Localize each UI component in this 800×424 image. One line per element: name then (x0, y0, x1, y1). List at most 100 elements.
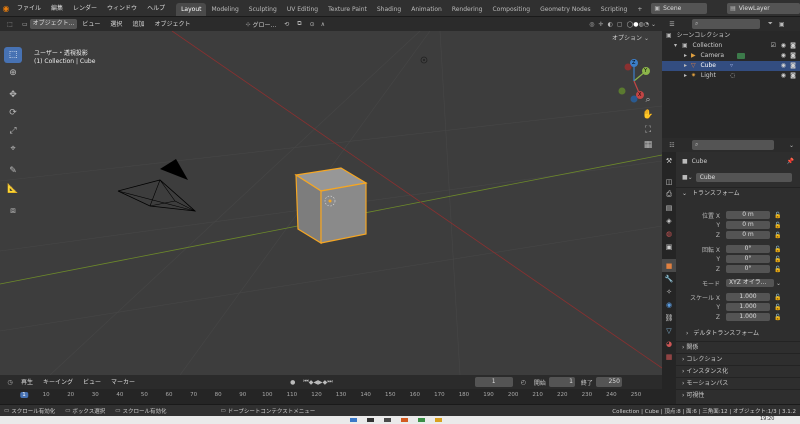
zoom-icon[interactable]: ⌕ (641, 93, 655, 106)
physics-tab-icon[interactable]: ◉ (662, 298, 676, 311)
constraints-tab-icon[interactable]: ⛓ (662, 311, 676, 324)
visibility-icon[interactable]: ◎ (589, 21, 594, 28)
eye-icon[interactable]: ◉ (781, 41, 786, 51)
eye-icon[interactable]: ◉ (781, 51, 786, 61)
menu-add[interactable]: 追加 (127, 16, 149, 33)
menu-timeline-view[interactable]: ビュー (78, 374, 106, 391)
light-data-icon[interactable]: ◌ (730, 71, 735, 81)
world-tab-icon[interactable]: ◍ (662, 227, 676, 240)
scale-y-field[interactable]: 1.000 (726, 303, 770, 311)
tab-compositing[interactable]: Compositing (487, 3, 535, 16)
pan-hand-icon[interactable]: ✋ (641, 108, 655, 121)
render-tab-icon[interactable]: ◫ (662, 175, 676, 188)
gizmo-icon[interactable]: ✛ (599, 21, 604, 28)
lock-icon[interactable]: 🔓 (774, 294, 781, 301)
collections-panel-header[interactable]: › コレクション (676, 353, 800, 365)
outliner-item-light[interactable]: ▸ ✷ Light ◌ ◉ ◙ (662, 71, 800, 81)
tab-rendering[interactable]: Rendering (447, 3, 488, 16)
blender-logo-icon[interactable]: ◉ (0, 4, 12, 13)
texture-tab-icon[interactable]: ▦ (662, 350, 676, 363)
menu-playback[interactable]: 再生 (16, 374, 38, 391)
tab-geometry-nodes[interactable]: Geometry Nodes (535, 3, 596, 16)
taskbar-app-icon-6[interactable] (435, 418, 442, 422)
menu-select[interactable]: 選択 (105, 16, 127, 33)
expand-chevron-icon[interactable]: ▸ (684, 51, 687, 61)
scene-collection-row[interactable]: ▣ シーンコレクション (662, 31, 800, 41)
tab-modeling[interactable]: Modeling (206, 3, 243, 16)
properties-editor-icon[interactable]: ☷ (666, 142, 678, 149)
lock-icon[interactable]: 🔓 (774, 246, 781, 253)
scale-x-field[interactable]: 1.000 (726, 293, 770, 301)
eye-icon[interactable]: ◉ (781, 61, 786, 71)
properties-search-input[interactable]: ⌕ (692, 140, 774, 150)
taskbar-app-icon-5[interactable] (418, 418, 425, 422)
jump-end-icon[interactable]: ⏭ (327, 378, 332, 386)
expand-chevron-icon[interactable]: ▸ (684, 61, 687, 71)
current-frame-field[interactable]: 1 (474, 377, 513, 387)
visibility-panel-header[interactable]: › 可視性 (676, 389, 800, 401)
expand-chevron-icon[interactable]: ▸ (684, 71, 687, 81)
transform-panel-header[interactable]: ⌄ トランスフォーム (676, 187, 800, 199)
record-icon[interactable]: ● (290, 379, 295, 386)
timeline-editor-icon[interactable]: ◷ (4, 379, 16, 386)
rotate-icon[interactable]: ⟳ (4, 105, 22, 121)
data-tab-icon[interactable]: ▽ (662, 324, 676, 337)
taskbar-app-icon-1[interactable] (350, 418, 357, 422)
particles-tab-icon[interactable]: ✧ (662, 285, 676, 298)
location-x-field[interactable]: 0 m (726, 211, 770, 219)
tab-scripting[interactable]: Scripting (596, 3, 633, 16)
tool-tab-icon[interactable]: ⚒ (662, 154, 676, 167)
camera-render-icon[interactable]: ◙ (790, 71, 796, 81)
rendered-shading-icon[interactable]: ◔ (644, 21, 649, 28)
lock-icon[interactable]: 🔓 (774, 212, 781, 219)
material-tab-icon[interactable]: ◕ (662, 337, 676, 350)
menu-render[interactable]: レンダー (68, 0, 102, 17)
menu-view[interactable]: ビュー (77, 16, 105, 33)
taskbar-app-icon-4[interactable] (401, 418, 408, 422)
eye-icon[interactable]: ◉ (781, 71, 786, 81)
motion-paths-panel-header[interactable]: › モーションパス (676, 377, 800, 389)
outliner-item-cube[interactable]: ▸ ▽ Cube ▿ ◉ ◙ (662, 61, 800, 71)
add-workspace-button[interactable]: + (632, 3, 647, 16)
menu-object[interactable]: オブジェクト (149, 16, 195, 33)
taskbar-app-icon-2[interactable] (367, 418, 374, 422)
location-z-field[interactable]: 0 m (726, 231, 770, 239)
checkbox-icon[interactable]: ☑ (771, 41, 776, 51)
lock-icon[interactable]: 🔓 (774, 232, 781, 239)
new-collection-icon[interactable]: ▣ (779, 21, 785, 28)
pin-icon[interactable]: 📌 (787, 158, 794, 165)
tab-sculpting[interactable]: Sculpting (244, 3, 282, 16)
clock-icon[interactable]: ◴ (521, 379, 526, 386)
rotation-mode-select[interactable]: XYZ オイラ... (726, 279, 774, 287)
output-tab-icon[interactable]: ⎙ (662, 188, 676, 201)
menu-window[interactable]: ウィンドウ (102, 0, 142, 17)
outliner-search-input[interactable]: ⌕ (692, 19, 760, 29)
start-frame-field[interactable]: 1 (548, 377, 575, 387)
overlay-icon[interactable]: ◐ (608, 21, 613, 28)
falloff-icon[interactable]: ∧ (321, 21, 325, 28)
menu-edit[interactable]: 編集 (46, 0, 68, 17)
collection-row[interactable]: ▾ ▣ Collection ☑ ◉ ◙ (662, 41, 800, 51)
tab-shading[interactable]: Shading (372, 3, 406, 16)
taskbar-app-icon-3[interactable] (384, 418, 391, 422)
wireframe-shading-icon[interactable]: ◯ (627, 21, 634, 28)
tab-animation[interactable]: Animation (406, 3, 447, 16)
camera-render-icon[interactable]: ◙ (790, 51, 796, 61)
location-y-field[interactable]: 0 m (726, 221, 770, 229)
snap-icon[interactable]: ⧉ (297, 20, 301, 28)
lock-icon[interactable]: 🔓 (774, 222, 781, 229)
lock-icon[interactable]: 🔓 (774, 304, 781, 311)
timeline-track[interactable]: 1 10 20 30 40 50 60 70 80 90 100 110 120 130 140 150 160… (0, 389, 662, 404)
tab-texture-paint[interactable]: Texture Paint (323, 3, 372, 16)
xray-icon[interactable]: ▢ (617, 21, 623, 28)
properties-options-icon[interactable]: ⌄ (789, 142, 794, 149)
view-layer-selector[interactable]: ▤ ViewLayer (727, 2, 800, 14)
expand-chevron-icon[interactable]: ▾ (674, 41, 677, 51)
view-layer-tab-icon[interactable]: ▤ (662, 201, 676, 214)
rotation-z-field[interactable]: 0° (726, 265, 770, 273)
object-name-field[interactable]: Cube (695, 172, 792, 182)
outliner-editor-icon[interactable]: ☰ (666, 21, 678, 28)
add-cube-icon[interactable]: ⧈ (4, 203, 22, 219)
menu-keying[interactable]: キーイング (38, 374, 78, 391)
filter-icon[interactable]: ⏷ (768, 20, 773, 28)
